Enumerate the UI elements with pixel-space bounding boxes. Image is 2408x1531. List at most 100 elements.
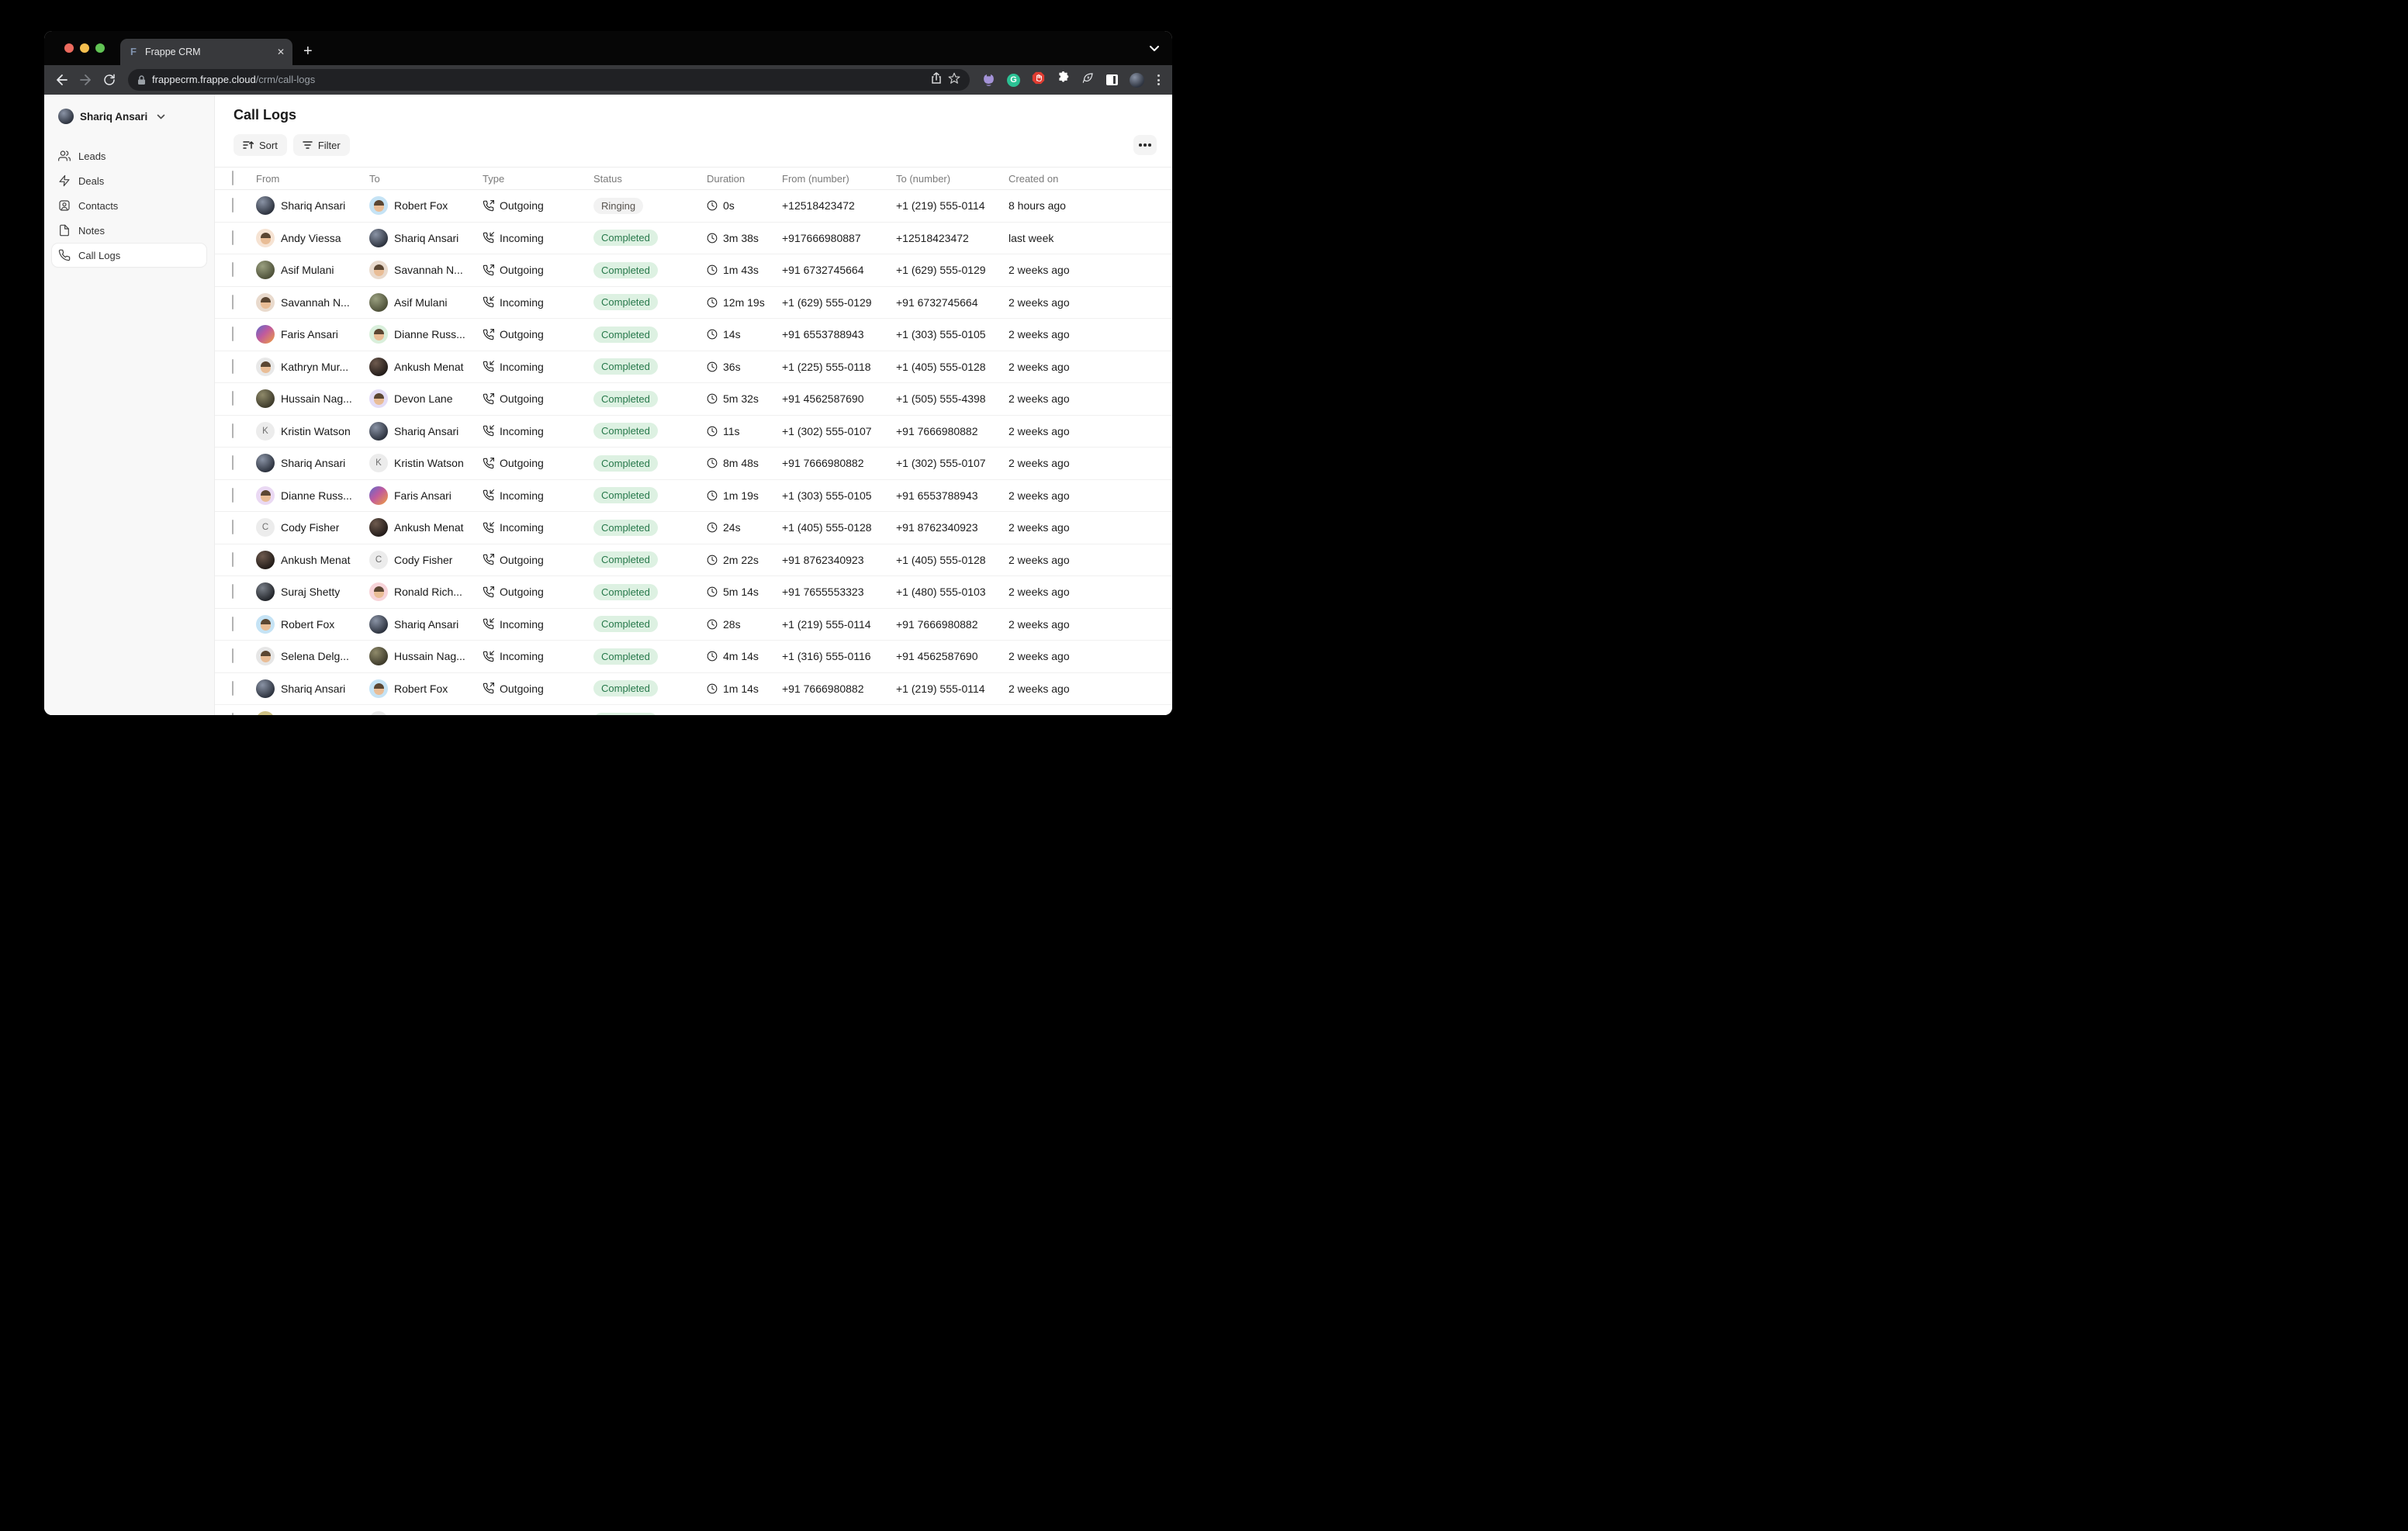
table-row[interactable]: Andy Viessa Shariq Ansari Incoming Compl… bbox=[215, 223, 1172, 255]
to-person: Shariq Ansari bbox=[369, 422, 483, 441]
url-bar[interactable]: frappecrm.frappe.cloud/crm/call-logs bbox=[128, 69, 970, 91]
browser-profile-avatar[interactable] bbox=[1130, 73, 1144, 88]
sidebar-item-notes[interactable]: Notes bbox=[52, 219, 206, 242]
row-checkbox[interactable] bbox=[232, 359, 234, 374]
row-checkbox[interactable] bbox=[232, 198, 234, 213]
row-checkbox[interactable] bbox=[232, 681, 234, 696]
column-header[interactable]: From (number) bbox=[782, 173, 896, 185]
sidebar-item-call-logs[interactable]: Call Logs bbox=[52, 244, 206, 267]
sidebar-item-deals[interactable]: Deals bbox=[52, 169, 206, 192]
call-type-label: Incoming bbox=[500, 489, 544, 502]
row-checkbox[interactable] bbox=[232, 488, 234, 503]
sort-button[interactable]: Sort bbox=[234, 134, 287, 156]
duration-cell: 8m 48s bbox=[707, 457, 782, 469]
duration-cell: 12m 19s bbox=[707, 296, 782, 309]
browser-tab[interactable]: F Frappe CRM ✕ bbox=[120, 39, 292, 65]
row-checkbox[interactable] bbox=[232, 584, 234, 599]
call-type: Incoming bbox=[483, 489, 593, 502]
column-header[interactable]: To bbox=[369, 173, 483, 185]
leaf-extension-icon[interactable] bbox=[1081, 71, 1095, 88]
minimize-window-button[interactable] bbox=[80, 43, 89, 53]
table-row[interactable]: Ankush Menat C Cody Fisher Outgoing Comp… bbox=[215, 544, 1172, 577]
table-row[interactable]: Robert Fox Shariq Ansari Incoming Comple… bbox=[215, 609, 1172, 641]
sidebar-item-leads[interactable]: Leads bbox=[52, 144, 206, 168]
row-checkbox[interactable] bbox=[232, 262, 234, 277]
table-row[interactable]: Shariq Ansari Robert Fox Outgoing Comple… bbox=[215, 673, 1172, 706]
user-menu[interactable]: Shariq Ansari bbox=[52, 104, 206, 129]
close-window-button[interactable] bbox=[64, 43, 74, 53]
share-icon[interactable] bbox=[931, 72, 942, 88]
zoom-window-button[interactable] bbox=[95, 43, 105, 53]
table-row[interactable]: Shariq Ansari Robert Fox Outgoing Ringin… bbox=[215, 190, 1172, 223]
row-checkbox[interactable] bbox=[232, 230, 234, 245]
call-type-label: Incoming bbox=[500, 650, 544, 662]
row-checkbox[interactable] bbox=[232, 552, 234, 567]
row-checkbox[interactable] bbox=[232, 295, 234, 309]
bookmark-star-icon[interactable] bbox=[948, 72, 960, 88]
browser-menu-icon[interactable] bbox=[1156, 74, 1161, 85]
row-checkbox[interactable] bbox=[232, 423, 234, 438]
window-controls[interactable] bbox=[64, 43, 105, 53]
row-checkbox[interactable] bbox=[232, 648, 234, 663]
phone-outgoing-icon bbox=[483, 393, 494, 405]
from-name: Faris Ansari bbox=[281, 328, 338, 340]
row-checkbox[interactable] bbox=[232, 455, 234, 470]
grammarly-extension-icon[interactable]: G bbox=[1007, 74, 1020, 87]
column-header[interactable]: Type bbox=[483, 173, 593, 185]
column-header[interactable]: From bbox=[256, 173, 369, 185]
row-checkbox[interactable] bbox=[232, 391, 234, 406]
back-button[interactable] bbox=[55, 74, 68, 86]
created-on: 2 weeks ago bbox=[1009, 554, 1172, 566]
sidebar-item-contacts[interactable]: Contacts bbox=[52, 194, 206, 217]
call-type: Outgoing bbox=[483, 199, 593, 212]
column-header[interactable]: Status bbox=[593, 173, 707, 185]
more-options-button[interactable] bbox=[1133, 135, 1157, 155]
table-row[interactable]: Kathryn Mur... Ankush Menat Incoming Com… bbox=[215, 351, 1172, 384]
status-badge: Completed bbox=[593, 551, 658, 568]
duration-value: 3m 38s bbox=[723, 232, 759, 244]
from-person: Ankush Menat bbox=[256, 551, 369, 569]
filter-button[interactable]: Filter bbox=[293, 134, 350, 156]
status-badge: Completed bbox=[593, 616, 658, 632]
tab-search-chevron-icon[interactable] bbox=[1149, 42, 1160, 56]
to-number: +91 4562587690 bbox=[896, 650, 1009, 662]
table-row[interactable]: Selena Delg... Hussain Nag... Incoming C… bbox=[215, 641, 1172, 673]
reload-button[interactable] bbox=[103, 74, 116, 86]
new-tab-button[interactable]: + bbox=[303, 43, 313, 60]
table-row[interactable]: Shariq Ansari K Kristin Watson Outgoing … bbox=[215, 448, 1172, 480]
table-row[interactable]: Dianne Russ... Faris Ansari Incoming Com… bbox=[215, 480, 1172, 513]
table-row[interactable]: Asif Mulani Savannah N... Outgoing Compl… bbox=[215, 254, 1172, 287]
table-row[interactable]: Suraj Shetty Ronald Rich... Outgoing Com… bbox=[215, 576, 1172, 609]
tab-close-icon[interactable]: ✕ bbox=[277, 47, 285, 57]
adblock-extension-icon[interactable] bbox=[1032, 71, 1045, 88]
phone-incoming-icon bbox=[483, 651, 494, 662]
status-badge: Completed bbox=[593, 584, 658, 600]
column-header[interactable]: To (number) bbox=[896, 173, 1009, 185]
to-person: Asif Mulani bbox=[369, 293, 483, 312]
table-row[interactable]: Faris Ansari Dianne Russ... Outgoing Com… bbox=[215, 319, 1172, 351]
url-path: /crm/call-logs bbox=[256, 74, 316, 85]
clock-icon bbox=[707, 586, 718, 597]
phone-incoming-icon bbox=[483, 425, 494, 437]
row-checkbox[interactable] bbox=[232, 520, 234, 534]
row-checkbox[interactable] bbox=[232, 327, 234, 341]
extensions-puzzle-icon[interactable] bbox=[1057, 71, 1070, 88]
table-row[interactable]: Completed bbox=[215, 705, 1172, 715]
github-extension-icon[interactable] bbox=[982, 74, 995, 87]
sidebar-toggle-extension-icon[interactable] bbox=[1106, 74, 1118, 85]
forward-button[interactable] bbox=[79, 74, 92, 86]
select-all-checkbox[interactable] bbox=[232, 171, 234, 185]
clock-icon bbox=[707, 361, 718, 372]
from-name: Kristin Watson bbox=[281, 425, 351, 437]
from-number: +1 (316) 555-0116 bbox=[782, 650, 896, 662]
column-header[interactable]: Duration bbox=[707, 173, 782, 185]
row-checkbox[interactable] bbox=[232, 617, 234, 631]
row-checkbox[interactable] bbox=[232, 713, 234, 715]
table-row[interactable]: Savannah N... Asif Mulani Incoming Compl… bbox=[215, 287, 1172, 320]
column-header[interactable]: Created on bbox=[1009, 173, 1172, 185]
table-row[interactable]: C Cody Fisher Ankush Menat Incoming Comp… bbox=[215, 512, 1172, 544]
table-row[interactable]: K Kristin Watson Shariq Ansari Incoming … bbox=[215, 416, 1172, 448]
call-type: Incoming bbox=[483, 618, 593, 631]
table-row[interactable]: Hussain Nag... Devon Lane Outgoing Compl… bbox=[215, 383, 1172, 416]
from-avatar bbox=[256, 229, 275, 247]
